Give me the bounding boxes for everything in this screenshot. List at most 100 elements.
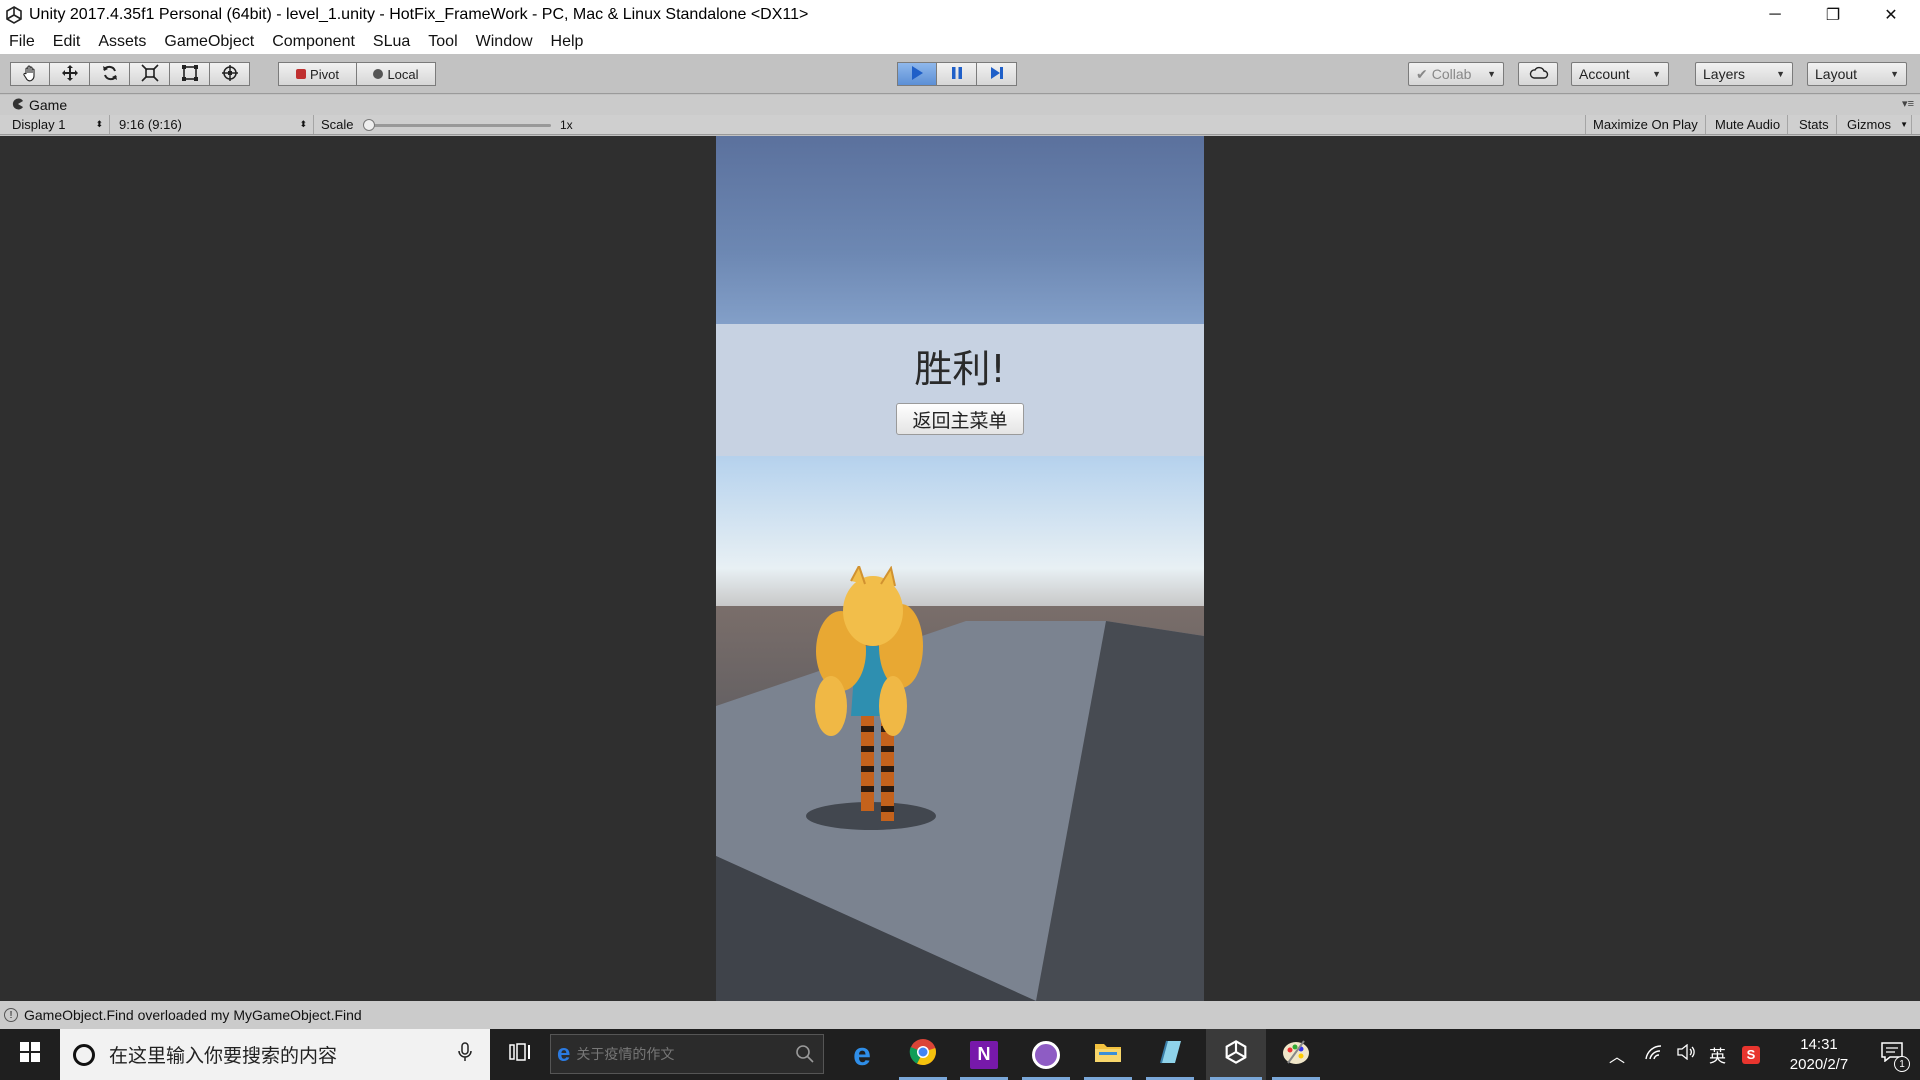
- pivot-group: Pivot Local: [278, 62, 436, 86]
- taskbar-search-box[interactable]: 在这里输入你要搜索的内容: [60, 1029, 490, 1080]
- menu-gameobject[interactable]: GameObject: [155, 33, 263, 51]
- action-center-button[interactable]: 1: [1864, 1029, 1920, 1080]
- taskbar-clock[interactable]: 14:31 2020/2/7: [1774, 1035, 1864, 1075]
- search-icon: [795, 1044, 815, 1067]
- pause-icon: [949, 65, 965, 84]
- sogou-icon[interactable]: S: [1742, 1045, 1760, 1064]
- taskbar-paint[interactable]: [1268, 1029, 1324, 1080]
- local-button[interactable]: Local: [357, 62, 436, 86]
- layers-dropdown[interactable]: Layers ▼: [1695, 62, 1793, 86]
- notepad-icon: [1157, 1039, 1183, 1070]
- move-arrows-icon: [61, 64, 79, 85]
- taskbar-edge[interactable]: e: [834, 1029, 890, 1080]
- rect-tool-button[interactable]: [170, 62, 210, 86]
- ime-indicator[interactable]: 英: [1709, 1042, 1726, 1067]
- updown-icon: ⬍: [299, 119, 307, 129]
- start-button[interactable]: [0, 1029, 60, 1080]
- volume-icon[interactable]: [1677, 1043, 1695, 1065]
- play-controls: [897, 62, 1017, 86]
- ie-search-text: 关于疫情的作文: [576, 1046, 675, 1062]
- menu-edit[interactable]: Edit: [44, 33, 90, 51]
- maximize-label: Maximize On Play: [1593, 117, 1698, 132]
- minimize-button[interactable]: ─: [1746, 0, 1804, 30]
- menu-component[interactable]: Component: [263, 33, 364, 51]
- pacman-icon: [12, 97, 24, 113]
- menu-tool[interactable]: Tool: [419, 33, 466, 51]
- tab-menu-icon[interactable]: ▾≡: [1902, 97, 1914, 110]
- collab-dropdown[interactable]: ✔ Collab ▼: [1408, 62, 1504, 86]
- github-icon: [1032, 1040, 1060, 1069]
- maximize-on-play-toggle[interactable]: Maximize On Play: [1585, 115, 1706, 134]
- cloud-icon: [1529, 66, 1549, 83]
- local-icon: [373, 69, 384, 79]
- pivot-button[interactable]: Pivot: [278, 62, 357, 86]
- account-label: Account: [1579, 66, 1630, 82]
- wifi-icon[interactable]: [1645, 1044, 1663, 1065]
- gizmos-dropdown[interactable]: Gizmos ▼: [1840, 115, 1912, 134]
- pivot-label: Pivot: [310, 66, 339, 82]
- unity-logo-icon: [3, 4, 25, 26]
- edge-icon: e: [853, 1036, 871, 1072]
- account-dropdown[interactable]: Account ▼: [1571, 62, 1669, 86]
- transform-tool-button[interactable]: [210, 62, 250, 86]
- play-button[interactable]: [897, 62, 937, 86]
- ie-search-box[interactable]: e 关于疫情的作文: [550, 1034, 824, 1074]
- layers-label: Layers: [1703, 66, 1746, 82]
- step-button[interactable]: [977, 62, 1017, 86]
- gizmos-label: Gizmos: [1847, 117, 1892, 132]
- onenote-icon: N: [970, 1040, 998, 1069]
- game-render-area[interactable]: 胜利! 返回主菜单: [716, 136, 1204, 1001]
- menu-window[interactable]: Window: [467, 33, 542, 51]
- hand-tool-button[interactable]: [10, 62, 50, 86]
- taskbar-notepad[interactable]: [1142, 1029, 1198, 1080]
- microphone-icon[interactable]: [458, 1041, 472, 1068]
- display-label: Display 1: [12, 117, 66, 132]
- scale-tool-button[interactable]: [130, 62, 170, 86]
- tab-game-label: Game: [29, 97, 68, 113]
- chevron-down-icon: ▼: [1487, 69, 1496, 79]
- taskbar-github[interactable]: [1018, 1029, 1074, 1080]
- menu-help[interactable]: Help: [542, 33, 593, 51]
- transform-tools: [10, 62, 250, 86]
- restore-button[interactable]: ❐: [1804, 0, 1862, 30]
- menu-file[interactable]: File: [0, 33, 44, 51]
- stats-toggle[interactable]: Stats: [1792, 115, 1837, 134]
- display-select[interactable]: Display 1 ⬍: [5, 115, 110, 134]
- scale-slider-handle[interactable]: [363, 119, 375, 131]
- menu-assets[interactable]: Assets: [89, 33, 155, 51]
- mute-audio-toggle[interactable]: Mute Audio: [1708, 115, 1789, 134]
- window-title: Unity 2017.4.35f1 Personal (64bit) - lev…: [29, 6, 809, 23]
- menu-slua[interactable]: SLua: [364, 33, 419, 51]
- menu-bar: File Edit Assets GameObject Component SL…: [0, 30, 1920, 54]
- rotate-icon: [101, 64, 119, 85]
- cloud-button[interactable]: [1518, 62, 1558, 86]
- windows-taskbar: 在这里输入你要搜索的内容 e 关于疫情的作文 e N ︿ 英 S 14:31 2…: [0, 1029, 1920, 1080]
- return-main-menu-button[interactable]: 返回主菜单: [896, 403, 1024, 435]
- game-options-bar: Display 1 ⬍ 9:16 (9:16) ⬍ Scale 1x Maxim…: [0, 115, 1920, 135]
- scale-slider[interactable]: [363, 119, 551, 131]
- taskbar-unity[interactable]: [1206, 1029, 1266, 1080]
- task-view-button[interactable]: [492, 1029, 548, 1080]
- scale-value: 1x: [560, 117, 573, 132]
- tray-expand-icon[interactable]: ︿: [1609, 1043, 1625, 1067]
- pause-button[interactable]: [937, 62, 977, 86]
- taskbar-onenote[interactable]: N: [956, 1029, 1012, 1080]
- aspect-select[interactable]: 9:16 (9:16) ⬍: [112, 115, 314, 134]
- game-viewport: 胜利! 返回主菜单: [0, 136, 1920, 1001]
- stats-label: Stats: [1799, 117, 1829, 132]
- taskbar-chrome[interactable]: [895, 1029, 951, 1080]
- tab-game[interactable]: Game: [4, 95, 75, 115]
- console-status-bar[interactable]: ! GameObject.Find overloaded my MyGameOb…: [0, 1001, 1920, 1029]
- move-tool-button[interactable]: [50, 62, 90, 86]
- rotate-tool-button[interactable]: [90, 62, 130, 86]
- layout-dropdown[interactable]: Layout ▼: [1807, 62, 1907, 86]
- close-button[interactable]: ✕: [1862, 0, 1920, 30]
- victory-panel: 胜利! 返回主菜单: [716, 324, 1204, 456]
- clock-date: 2020/2/7: [1789, 1055, 1849, 1073]
- game-tab-bar: Game ▾≡: [0, 95, 1920, 115]
- folder-icon: [1094, 1040, 1122, 1069]
- status-message: GameObject.Find overloaded my MyGameObje…: [24, 1007, 362, 1023]
- windows-logo-icon: [20, 1042, 40, 1067]
- taskbar-file-explorer[interactable]: [1080, 1029, 1136, 1080]
- layout-label: Layout: [1815, 66, 1858, 82]
